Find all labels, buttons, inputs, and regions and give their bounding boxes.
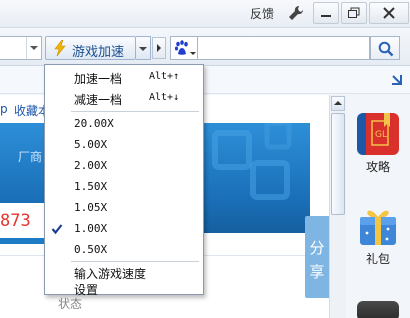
baidu-paw-icon [174,40,188,55]
search-button[interactable] [370,36,400,60]
search-engine-selector[interactable] [170,36,198,60]
svg-text:GL: GL [375,130,387,140]
guide-app-label: 攻略 [365,160,390,174]
menu-item-decelerate[interactable]: 减速一档 Alt+↓ [45,89,203,109]
gift-box-icon [357,205,399,247]
menu-item-settings[interactable]: 设置 [45,282,203,297]
menu-item-speed[interactable]: 5.00X [45,135,203,155]
toolbar-more-arrow[interactable] [152,37,166,59]
page-link[interactable]: p [0,102,8,116]
menu-item-speed-selected[interactable]: 1.00X [45,219,203,239]
game-speed-menu: 加速一档 Alt+↑ 减速一档 Alt+↓ 20.00X 5.00X 2.00X… [44,64,204,297]
search-input[interactable] [198,36,370,60]
menu-item-speed[interactable]: 0.50X [45,240,203,260]
menu-item-speed[interactable]: 1.05X [45,198,203,218]
shortcut-decelerate: Alt+↓ [149,92,180,103]
menu-separator [71,111,199,112]
minimize-button[interactable] [313,2,339,24]
lightning-icon [53,39,67,59]
address-dropdown-button[interactable] [26,37,40,59]
vendor-label: 厂商 [18,150,43,164]
guide-book-icon: GL [357,113,399,155]
menu-item-input-speed[interactable]: 输入游戏速度 [45,263,203,283]
game-speed-label: 游戏加速 [72,45,125,60]
search-icon [378,41,394,57]
game-speed-button[interactable]: 游戏加速 [45,36,136,60]
shortcut-accelerate: Alt+↑ [149,71,180,82]
menu-item-speed[interactable]: 2.00X [45,156,203,176]
menu-item-speed[interactable]: 1.50X [45,177,203,197]
wrench-icon[interactable] [287,4,305,22]
partial-app[interactable] [351,301,405,318]
vertical-scrollbar[interactable] [329,95,346,318]
toolbar: 游戏加速 [0,28,410,66]
gift-app[interactable]: 礼包 [351,205,405,267]
scroll-up-button[interactable] [331,96,345,111]
address-bar[interactable] [0,36,42,60]
menu-item-speed[interactable]: 20.00X [45,114,203,134]
menu-item-accelerate[interactable]: 加速一档 Alt+↑ [45,68,203,88]
share-tab[interactable]: 分享 [305,216,329,298]
close-button[interactable] [369,2,409,24]
blue-stripe [0,238,44,244]
game-speed-dropdown-button[interactable] [136,36,151,60]
right-app-panel: GL 攻略 礼包 [346,95,410,318]
corner-arrow-icon[interactable] [391,74,403,89]
scroll-thumb[interactable] [331,113,345,215]
checkmark-icon [51,223,63,238]
banner-decoration [212,123,292,200]
title-bar: 反馈 [0,0,410,28]
restore-button[interactable] [341,2,367,24]
app-icon [357,301,399,318]
feedback-link[interactable]: 反馈 [250,5,274,22]
gift-app-label: 礼包 [365,252,390,266]
guide-app[interactable]: GL 攻略 [351,113,405,175]
game-count: 873 [0,211,31,231]
menu-separator [71,261,199,262]
